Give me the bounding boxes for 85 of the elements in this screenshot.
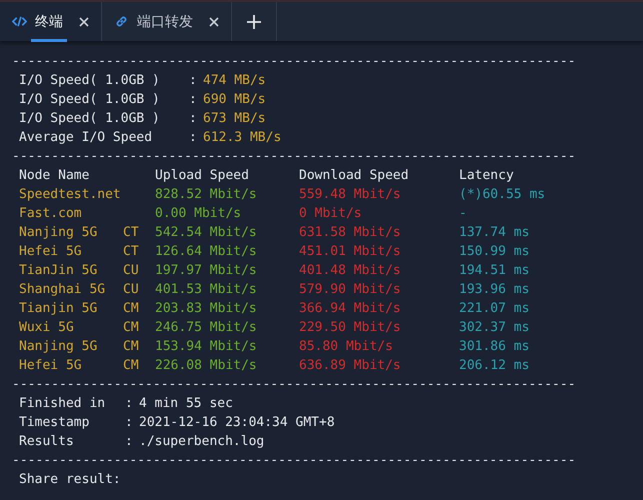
download-speed: 559.48 Mbit/s <box>299 186 402 204</box>
io-label: I/O Speed( 1.0GB ) <box>19 91 161 109</box>
upload-speed: 828.52 Mbit/s <box>155 186 258 204</box>
separator-line: ------------------------------------------------------------------------ <box>12 377 576 392</box>
summary-label: Results <box>19 433 75 451</box>
io-value: 612.3 MB/s <box>203 129 282 147</box>
upload-speed: 226.08 Mbit/s <box>155 357 258 375</box>
summary-value: ./superbench.log <box>139 433 264 451</box>
node-name: Nanjing 5G <box>19 338 98 356</box>
colon: : <box>189 110 198 128</box>
separator-line: ------------------------------------------------------------------------ <box>12 149 576 164</box>
upload-speed: 203.83 Mbit/s <box>155 300 258 318</box>
isp-label: CM <box>123 339 139 354</box>
summary-value: 2021-12-16 23:04:34 GMT+8 <box>139 414 335 432</box>
latency-value: 206.12 ms <box>459 357 530 375</box>
colon: : <box>189 129 198 147</box>
download-speed: 229.50 Mbit/s <box>299 319 402 337</box>
latency-value: 301.86 ms <box>459 338 530 356</box>
io-value: 673 MB/s <box>203 110 266 128</box>
close-icon[interactable] <box>209 16 219 26</box>
io-value: 474 MB/s <box>203 72 266 90</box>
close-icon[interactable] <box>79 16 89 26</box>
code-icon <box>12 15 27 28</box>
column-header: Latency <box>459 167 514 185</box>
upload-speed: 197.97 Mbit/s <box>155 262 258 280</box>
tab[interactable]: 端口转发 <box>102 2 232 41</box>
node-name: Speedtest.net <box>19 186 122 204</box>
latency-value: - <box>459 205 467 223</box>
download-speed: 579.90 Mbit/s <box>299 281 402 299</box>
tab[interactable]: 终端 <box>0 2 102 41</box>
download-speed: 631.58 Mbit/s <box>299 224 402 242</box>
summary-label: Finished in <box>19 395 106 413</box>
plus-icon <box>247 14 261 28</box>
latency-value: 302.37 ms <box>459 319 530 337</box>
upload-speed: 0.00 Mbit/s <box>155 205 242 223</box>
upload-speed: 401.53 Mbit/s <box>155 281 258 299</box>
share-label: Share result: <box>19 471 121 489</box>
node-name: TianJin 5G <box>19 262 98 280</box>
download-speed: 401.48 Mbit/s <box>299 262 402 280</box>
download-speed: 451.01 Mbit/s <box>299 243 402 261</box>
latency-value: 150.99 ms <box>459 243 530 261</box>
column-header: Node Name <box>19 167 90 185</box>
download-speed: 0 Mbit/s <box>299 205 363 223</box>
download-speed: 366.94 Mbit/s <box>299 300 402 318</box>
node-name: Fast.com <box>19 205 83 223</box>
upload-speed: 246.75 Mbit/s <box>155 319 258 337</box>
summary-value: 4 min 55 sec <box>139 395 233 413</box>
colon: : <box>125 395 134 413</box>
colon: : <box>125 433 134 451</box>
separator-line: ------------------------------------------------------------------------ <box>12 453 576 468</box>
isp-label: CU <box>123 282 139 297</box>
colon: : <box>125 414 134 432</box>
io-label: Average I/O Speed <box>19 129 154 147</box>
isp-label: CU <box>123 263 139 278</box>
latency-value: 194.51 ms <box>459 262 530 280</box>
latency-value: 137.74 ms <box>459 224 530 242</box>
separator-line: ------------------------------------------------------------------------ <box>12 54 576 69</box>
node-name: Tianjin 5G <box>19 300 98 318</box>
node-name: Wuxi 5G <box>19 319 75 337</box>
isp-label: CT <box>123 225 139 240</box>
io-label: I/O Speed( 1.0GB ) <box>19 110 161 128</box>
download-speed: 85.80 Mbit/s <box>299 338 394 356</box>
latency-value: 193.96 ms <box>459 281 530 299</box>
io-value: 690 MB/s <box>203 91 266 109</box>
latency-value: (*)60.55 ms <box>459 186 546 204</box>
isp-label: CT <box>123 244 139 259</box>
column-header: Download Speed <box>299 167 410 185</box>
upload-speed: 542.54 Mbit/s <box>155 224 258 242</box>
node-name: Hefei 5G <box>19 357 83 375</box>
summary-label: Timestamp <box>19 414 90 432</box>
node-name: Hefei 5G <box>19 243 83 261</box>
column-header: Upload Speed <box>155 167 250 185</box>
latency-value: 221.07 ms <box>459 300 530 318</box>
node-name: Shanghai 5G <box>19 281 106 299</box>
isp-label: CM <box>123 320 139 335</box>
upload-speed: 126.64 Mbit/s <box>155 243 258 261</box>
isp-label: CM <box>123 301 139 316</box>
node-name: Nanjing 5G <box>19 224 98 242</box>
isp-label: CM <box>123 358 139 373</box>
download-speed: 636.89 Mbit/s <box>299 357 402 375</box>
io-label: I/O Speed( 1.0GB ) <box>19 72 161 90</box>
upload-speed: 153.94 Mbit/s <box>155 338 258 356</box>
link-icon <box>114 15 129 28</box>
colon: : <box>189 72 198 90</box>
colon: : <box>189 91 198 109</box>
